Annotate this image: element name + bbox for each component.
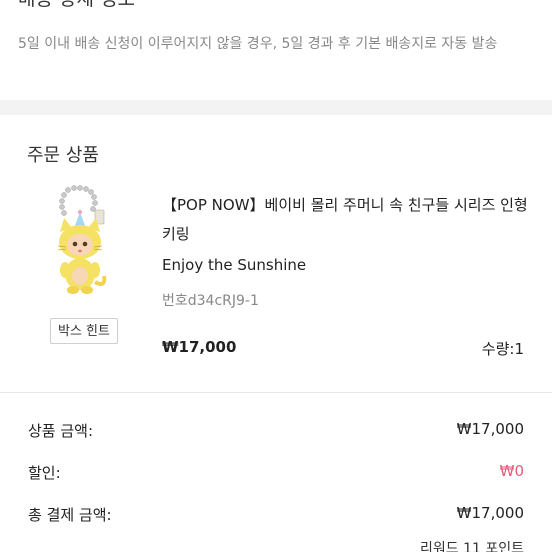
- product-code: 번호d34cRJ9-1: [162, 293, 259, 309]
- subtotal-value: ₩17,000: [456, 420, 524, 438]
- delivery-title: 배송 상세 정보: [18, 0, 135, 11]
- subtotal-label: 상품 금액:: [28, 422, 94, 440]
- summary-divider: [0, 392, 552, 393]
- discount-row: 할인: ₩0: [0, 462, 552, 486]
- order-items-title: 주문 상품: [27, 145, 99, 166]
- total-label: 총 결제 금액:: [28, 506, 112, 524]
- delivery-note: 5일 이내 배송 신청이 이루어지지 않을 경우, 5일 경과 후 기본 배송지…: [18, 36, 498, 52]
- section-divider: [0, 100, 552, 115]
- product-name[interactable]: 【POP NOW】베이비 몰리 주머니 속 친구들 시리즈 인형 키링: [162, 191, 532, 249]
- reward-points: 리워드 11 포인트: [420, 541, 524, 552]
- product-thumbnail[interactable]: [40, 182, 130, 302]
- product-quantity: 수량:1: [481, 340, 524, 358]
- order-confirmation-page: 배송 상세 정보 5일 이내 배송 신청이 이루어지지 않을 경우, 5일 경과…: [0, 0, 552, 552]
- discount-label: 할인:: [28, 464, 61, 482]
- box-hint-button[interactable]: 박스 힌트: [50, 318, 118, 344]
- product-option: Enjoy the Sunshine: [162, 256, 307, 274]
- subtotal-row: 상품 금액: ₩17,000: [0, 420, 552, 444]
- keychain-doll-icon: [57, 185, 107, 294]
- discount-value: ₩0: [499, 462, 524, 480]
- total-value: ₩17,000: [456, 504, 524, 522]
- product-price: ₩17,000: [162, 338, 237, 356]
- total-row: 총 결제 금액: ₩17,000: [0, 504, 552, 528]
- delivery-info-section: 배송 상세 정보 5일 이내 배송 신청이 이루어지지 않을 경우, 5일 경과…: [0, 0, 552, 100]
